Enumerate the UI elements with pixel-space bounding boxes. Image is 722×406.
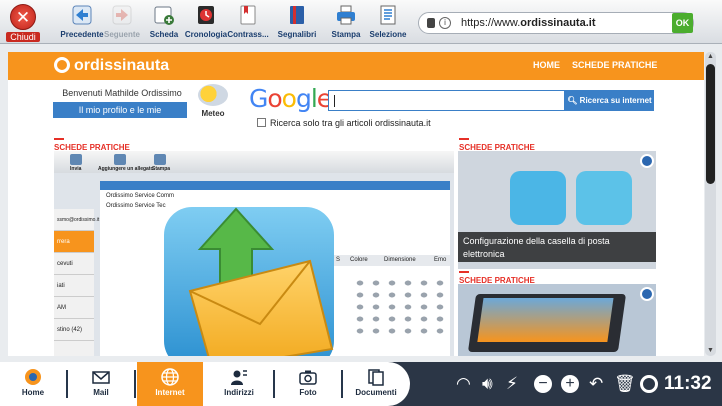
- scroll-down-icon[interactable]: ▼: [706, 347, 715, 355]
- dock-indirizzi[interactable]: Indirizzi: [206, 362, 272, 406]
- nav-home[interactable]: HOME: [533, 60, 560, 70]
- site-logo[interactable]: ordissinauta: [54, 57, 169, 75]
- mail-icon: [92, 371, 110, 384]
- search-icon: 🔍︎: [567, 96, 580, 105]
- dock-documenti[interactable]: Documenti: [343, 362, 409, 406]
- site-only-checkbox[interactable]: [257, 118, 266, 127]
- search-input[interactable]: [328, 90, 565, 111]
- scrollbar-thumb[interactable]: [706, 64, 715, 184]
- mail-app-icon: [164, 207, 334, 356]
- browser-toolbar: ✕ Chiudi Precedente Seguente Scheda Cron…: [0, 0, 722, 44]
- profile-link[interactable]: Il mio profilo e le mie pubblicazioni: [53, 102, 187, 131]
- emoji-grid: [352, 277, 448, 337]
- camera-icon: [299, 370, 317, 385]
- help-lifebuoy-icon[interactable]: [640, 375, 658, 393]
- bookmark-add-icon: [240, 5, 256, 25]
- history-icon: [198, 6, 214, 24]
- site-header: ordissinauta HOME SCHEDE PRATICHE: [8, 52, 704, 80]
- lock-icon: [427, 18, 435, 28]
- contacts-icon: [231, 370, 247, 385]
- close-icon: ✕: [10, 4, 36, 30]
- url-text: https://www.ordissinauta.it: [461, 17, 596, 29]
- send-icon: [70, 154, 82, 165]
- attachment-icon: [114, 154, 126, 165]
- mail-config-tile-icon-2: [576, 171, 632, 225]
- back-arrow-icon: [72, 5, 92, 25]
- site-only-checkbox-label: Ricerca solo tra gli articoli ordissinau…: [270, 118, 431, 128]
- close-button[interactable]: ✕ Chiudi: [6, 4, 40, 42]
- bottom-dock: Home Mail Internet Indirizzi Foto Docume…: [0, 362, 722, 406]
- selection-button[interactable]: Selezione: [362, 4, 414, 42]
- documents-icon: [368, 369, 384, 386]
- dock-foto[interactable]: Foto: [275, 362, 341, 406]
- mini-print-icon: [154, 154, 166, 165]
- web-page: ordissinauta HOME SCHEDE PRATICHE Benven…: [8, 52, 704, 356]
- refresh-icon[interactable]: [640, 154, 654, 168]
- info-icon[interactable]: i: [439, 17, 451, 29]
- vertical-scrollbar[interactable]: ▲ ▼: [705, 52, 716, 356]
- rotate-icon[interactable]: ↶: [589, 375, 603, 393]
- section-title-aside-2: SCHEDE PRATICHE: [459, 271, 535, 285]
- nav-schede-pratiche[interactable]: SCHEDE PRATICHE: [572, 60, 657, 70]
- weather-widget[interactable]: Meteo: [196, 84, 230, 118]
- dock-mail[interactable]: Mail: [68, 362, 134, 406]
- new-tab-icon: [154, 6, 174, 25]
- web-viewport: ordissinauta HOME SCHEDE PRATICHE Benven…: [0, 44, 722, 362]
- go-button[interactable]: OK: [672, 13, 693, 33]
- battery-icon[interactable]: ⚡︎: [506, 375, 518, 393]
- google-logo: Google: [249, 84, 332, 113]
- text-caret: [334, 95, 335, 107]
- refresh-icon-2[interactable]: [640, 287, 654, 301]
- mail-config-tile-icon: [510, 171, 566, 225]
- url-field[interactable]: i https://www.ordissinauta.it: [418, 12, 694, 34]
- logo-ring-icon: [54, 57, 70, 73]
- zoom-out-icon[interactable]: −: [534, 375, 552, 393]
- selection-icon: [380, 5, 396, 25]
- bookmarks-icon: [290, 6, 304, 24]
- weather-icon: [198, 84, 228, 106]
- scroll-up-icon[interactable]: ▲: [706, 53, 715, 61]
- welcome-text: Benvenuti Mathilde Ordissimo: [62, 88, 182, 98]
- close-label: Chiudi: [6, 32, 40, 42]
- home-icon: [25, 369, 41, 385]
- app-launcher: Home Mail Internet Indirizzi Foto Docume…: [0, 362, 410, 406]
- print-icon: [337, 5, 355, 25]
- dock-internet[interactable]: Internet: [137, 362, 203, 406]
- add-bookmark-button[interactable]: Contrass...: [222, 4, 274, 42]
- aside-article-card-1[interactable]: Configurazione della casella di posta el…: [458, 151, 656, 269]
- search-button[interactable]: 🔍︎ Ricerca su internet: [565, 90, 654, 111]
- mail-app-toolbar: Invia Aggiungere un allegato Stampa: [54, 151, 454, 173]
- laptop-image: [467, 294, 627, 352]
- bookmarks-button[interactable]: Segnalibri: [271, 4, 323, 42]
- aside-article-card-2[interactable]: [458, 284, 656, 356]
- mail-sidebar: ssmo@ordissimo.it rrera cevuti iati AM s…: [54, 209, 99, 356]
- dock-home[interactable]: Home: [0, 362, 66, 406]
- aside-article-caption[interactable]: Configurazione della casella di posta el…: [458, 232, 656, 262]
- globe-icon: [161, 368, 179, 386]
- volume-icon[interactable]: 🔊︎: [482, 375, 493, 393]
- zoom-in-icon[interactable]: +: [561, 375, 579, 393]
- wifi-icon[interactable]: ◠: [456, 375, 471, 393]
- featured-article-card[interactable]: Invia Aggiungere un allegato Stampa ssmo…: [54, 151, 454, 356]
- trash-icon[interactable]: 🗑︎: [614, 375, 636, 393]
- format-tabs: S Colore Dimensione Emo: [330, 255, 450, 266]
- forward-arrow-icon: [112, 5, 132, 25]
- section-title-main: SCHEDE PRATICHE: [54, 138, 130, 152]
- clock: 11:32: [664, 373, 712, 394]
- section-title-aside-1: SCHEDE PRATICHE: [459, 138, 535, 152]
